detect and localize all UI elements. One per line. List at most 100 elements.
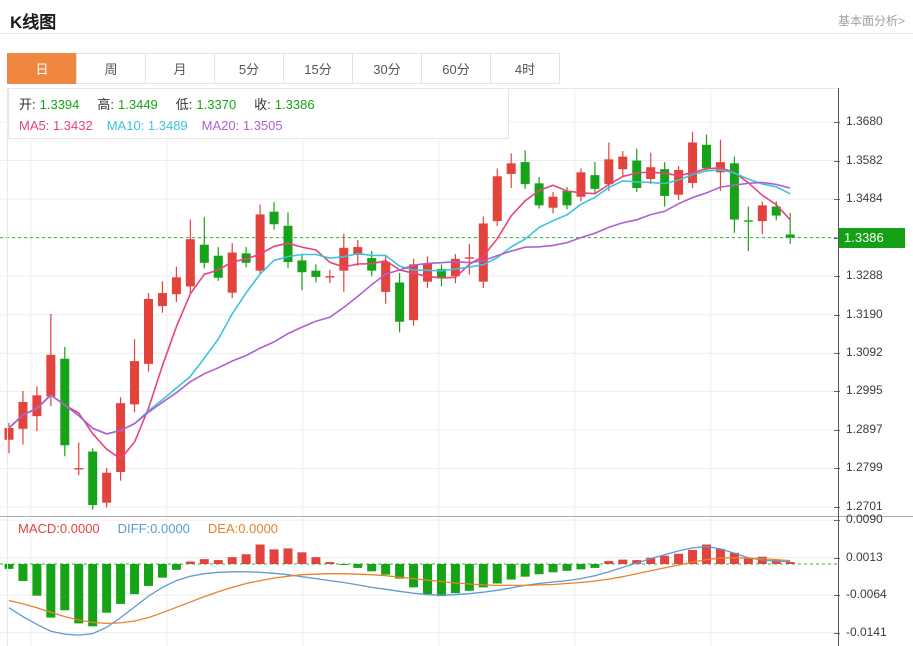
ohlc-value: 1.3394 [40,97,80,112]
candle-up [688,142,697,183]
macd-bar [353,564,362,568]
chart-border [7,88,8,646]
candle-down [88,452,97,505]
macd-bar [786,562,795,564]
candle-down [297,260,306,272]
macd-bar [311,557,320,564]
fundamental-analysis-link[interactable]: 基本面分析> [838,12,905,29]
candle-up [228,253,237,293]
candle-up [646,167,655,179]
macd-axis-label: -0.0064 [846,587,887,601]
macd-bar [60,564,69,610]
axis-tick [834,468,840,469]
macd-bar [116,564,125,604]
macd-bar [256,545,265,564]
candle-up [74,468,83,469]
macd-bar [102,564,111,613]
kline-app: K线图 基本面分析> 日周月5分15分30分60分4时 开:1.3394高:1.… [0,0,913,646]
macd-bar [18,564,27,581]
candle-up [493,176,502,221]
candle-down [744,220,753,221]
macd-bar [381,564,390,575]
price-axis-label: 1.3190 [846,307,883,321]
macd-bar [437,564,446,596]
ohlc-label: 开: [19,97,36,112]
candle-up [5,428,14,440]
candle-up [158,293,167,306]
axis-tick [834,315,840,316]
ohlc-legend-box: 开:1.3394高:1.3449低:1.3370收:1.3386 MA5: 1.… [8,89,509,139]
candle-up [46,355,55,397]
macd-bar [242,554,251,564]
macd-bar [465,564,474,591]
ohlc-value: 1.3386 [275,97,315,112]
macd-bar [32,564,41,596]
tab-week[interactable]: 周 [76,53,146,84]
macd-bar [549,564,558,572]
macd-bar [576,564,585,569]
macd-bar [46,564,55,618]
macd-bar [451,564,460,593]
tab-15min[interactable]: 15分 [283,53,353,84]
header-divider [0,33,913,34]
ohlc-label: 低: [176,97,193,112]
candle-down [311,271,320,277]
macd-bar [563,564,572,571]
macd-bar [214,560,223,564]
candle-down [521,162,530,184]
axis-tick [834,276,840,277]
tab-60min[interactable]: 60分 [421,53,491,84]
candle-down [535,183,544,205]
candle-up [758,205,767,221]
ohlc-legend-row: 开:1.3394高:1.3449低:1.3370收:1.3386 [19,94,508,113]
candle-up [423,264,432,282]
price-axis-label: 1.3680 [846,114,883,128]
macd-bar [409,564,418,587]
candle-up [325,276,334,277]
candle-up [549,197,558,208]
price-axis-label: 1.3484 [846,191,883,205]
macd-bar [158,564,167,578]
candle-up [618,157,627,170]
candle-up [116,403,125,472]
macd-bar [130,564,139,594]
candle-up [674,170,683,195]
candle-up [130,361,139,404]
macd-bar [297,552,306,564]
page-title: K线图 [10,8,56,33]
ma-legend-row: MA5: 1.3432MA10: 1.3489MA20: 1.3505 [19,118,508,133]
tab-month[interactable]: 月 [145,53,215,84]
macd-bar [200,559,209,564]
macd-bar [367,564,376,571]
ohlc-label: 收: [254,97,271,112]
macd-bar [88,564,97,626]
macd-chart-canvas[interactable] [0,517,838,646]
macd-bar [604,561,613,564]
axis-tick [834,122,840,123]
macd-legend-row: MACD:0.0000DIFF:0.0000DEA:0.0000 [18,521,296,536]
macd-bar [493,564,502,583]
main-chart-canvas[interactable] [0,88,838,516]
price-axis-label: 1.2701 [846,499,883,513]
macd-bar [423,564,432,594]
macd-bar [74,564,83,623]
candle-up [256,214,265,270]
candle-up [144,299,153,364]
macd-bar [270,549,279,564]
price-axis-label: 1.3092 [846,345,883,359]
tab-30min[interactable]: 30分 [352,53,422,84]
macd-bar [186,562,195,564]
tab-day[interactable]: 日 [7,53,77,84]
price-axis-label: 1.2897 [846,422,883,436]
axis-tick [834,595,840,596]
candle-down [200,245,209,263]
candle-down [395,282,404,321]
macd-bar [618,560,627,564]
candle-up [507,163,516,174]
macd-bar [535,564,544,574]
tab-5min[interactable]: 5分 [214,53,284,84]
macd-bar [521,564,530,577]
tab-4hour[interactable]: 4时 [490,53,560,84]
macd-bar [339,564,348,565]
panel-separator [0,516,913,517]
